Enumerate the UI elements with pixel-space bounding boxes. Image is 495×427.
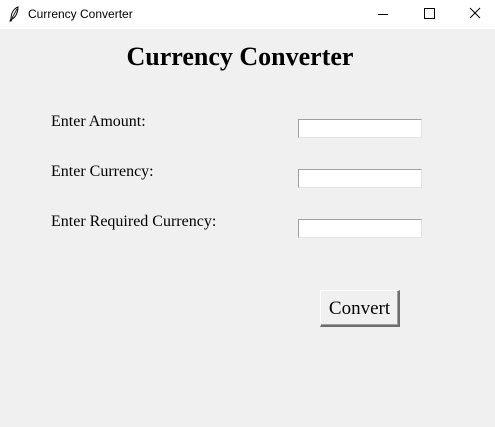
feather-icon bbox=[9, 6, 19, 22]
page-title: Currency Converter bbox=[126, 42, 354, 71]
window-title: Currency Converter bbox=[28, 7, 133, 21]
convert-button[interactable]: Convert bbox=[320, 290, 400, 327]
amount-input[interactable] bbox=[298, 119, 422, 138]
minimize-icon bbox=[378, 14, 388, 15]
title-bar[interactable]: Currency Converter bbox=[0, 0, 495, 29]
required-currency-label: Enter Required Currency: bbox=[51, 213, 217, 230]
maximize-icon bbox=[424, 8, 435, 19]
close-button[interactable] bbox=[451, 0, 495, 29]
minimize-button[interactable] bbox=[360, 0, 406, 29]
maximize-button[interactable] bbox=[406, 0, 452, 29]
amount-label: Enter Amount: bbox=[51, 113, 146, 130]
close-icon bbox=[469, 7, 481, 19]
currency-input[interactable] bbox=[298, 169, 422, 188]
currency-label: Enter Currency: bbox=[51, 163, 154, 180]
required-currency-input[interactable] bbox=[298, 219, 422, 238]
